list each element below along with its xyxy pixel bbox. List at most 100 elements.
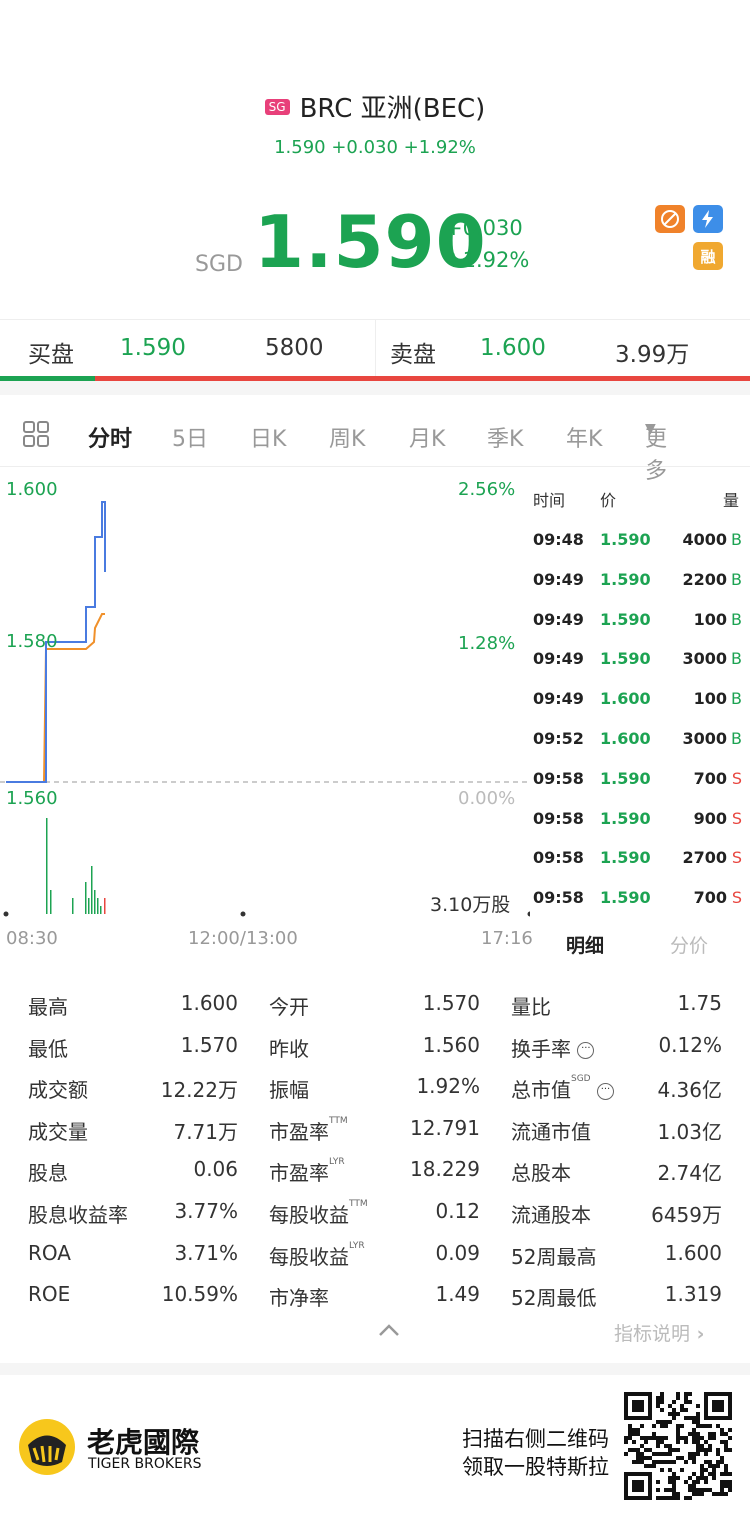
qr-module	[696, 1412, 700, 1416]
trade-row: 09:58 1.590 700 S	[530, 888, 745, 928]
stat-label: 最高	[28, 995, 68, 1019]
lightning-icon[interactable]	[693, 205, 723, 233]
trade-row: 09:52 1.600 3000 B	[530, 729, 745, 769]
qr-module	[696, 1452, 700, 1456]
qr-code-icon	[624, 1392, 732, 1500]
qr-module	[700, 1464, 704, 1468]
qr-module	[696, 1492, 700, 1496]
trade-time: 09:49	[533, 609, 584, 629]
qr-module	[680, 1468, 684, 1472]
brand-name-en: TIGER BROKERS	[88, 1456, 202, 1472]
trade-time: 09:58	[533, 808, 584, 828]
qr-module	[700, 1448, 704, 1452]
stat-value: 0.12	[435, 1199, 480, 1223]
tab-quarterly-k[interactable]: 季K	[487, 421, 523, 453]
stat-value: 3.71%	[174, 1240, 238, 1265]
stat-value: 1.92%	[416, 1074, 480, 1099]
qr-module	[660, 1440, 664, 1444]
trade-volume: 4000	[682, 530, 727, 549]
stock-title: BRC 亚洲(BEC)	[299, 94, 486, 124]
qr-module	[676, 1440, 680, 1444]
qr-module	[668, 1476, 672, 1480]
stat-label: 52周最高	[511, 1244, 597, 1269]
qr-module	[672, 1412, 676, 1416]
qr-module	[632, 1400, 644, 1412]
tab-5day[interactable]: 5日	[172, 421, 208, 453]
qr-module	[624, 1440, 628, 1444]
stat-value: 1.75	[677, 991, 722, 1015]
qr-module	[664, 1496, 668, 1500]
qr-module	[636, 1432, 640, 1436]
stat-label: 市盈率TTM	[269, 1115, 348, 1144]
qr-module	[640, 1436, 644, 1440]
tab-intraday[interactable]: 分时	[88, 421, 132, 453]
qr-module	[712, 1472, 716, 1476]
qr-module	[676, 1424, 680, 1428]
qr-module	[692, 1484, 696, 1488]
qr-module	[676, 1432, 680, 1436]
qr-module	[640, 1444, 644, 1448]
tab-monthly-k[interactable]: 月K	[409, 421, 445, 453]
info-icon[interactable]: ···	[577, 1041, 595, 1059]
tab-price-distribution[interactable]: 分价	[670, 931, 708, 958]
qr-module	[664, 1424, 668, 1428]
intraday-chart[interactable]	[0, 467, 530, 927]
qr-module	[660, 1468, 664, 1472]
qr-module	[660, 1420, 664, 1424]
stat-label: 每股收益TTM	[269, 1199, 368, 1227]
qr-module	[672, 1480, 676, 1484]
qr-module	[724, 1484, 728, 1488]
stat-label: 成交量	[28, 1119, 88, 1144]
qr-module	[696, 1420, 700, 1424]
chevron-down-icon: ▼	[645, 421, 656, 437]
info-icon[interactable]: ···	[596, 1083, 614, 1101]
tab-detail[interactable]: 明细	[566, 931, 604, 958]
tab-daily-k[interactable]: 日K	[250, 421, 286, 453]
x-label-break: 12:00/13:00	[188, 928, 298, 949]
bid-size: 5800	[265, 335, 324, 361]
tab-weekly-k[interactable]: 周K	[329, 421, 365, 453]
qr-module	[708, 1460, 712, 1464]
volume-label: 3.10万股	[430, 894, 511, 916]
x-label-open: 08:30	[6, 928, 58, 949]
indicator-help-link[interactable]: 指标说明 ›	[614, 1319, 704, 1346]
qr-module	[656, 1420, 660, 1424]
qr-module	[676, 1492, 680, 1496]
stat-label: 股息收益率	[28, 1203, 128, 1227]
qr-module	[728, 1480, 732, 1484]
qr-module	[644, 1448, 648, 1452]
qr-module	[704, 1488, 708, 1492]
stat-value: 1.600	[664, 1240, 722, 1265]
qr-module	[644, 1464, 648, 1468]
y-label-mid: 1.580	[6, 631, 58, 652]
qr-module	[652, 1436, 656, 1440]
price-change: +0.030	[445, 216, 523, 240]
trade-row: 09:58 1.590 700 S	[530, 769, 745, 809]
qr-module	[704, 1476, 708, 1480]
trade-side: B	[731, 689, 742, 709]
qr-module	[720, 1492, 724, 1496]
trade-side: S	[731, 808, 742, 828]
qr-module	[708, 1432, 712, 1436]
qr-module	[684, 1400, 688, 1404]
qr-module	[672, 1408, 676, 1412]
qr-module	[700, 1436, 704, 1440]
margin-icon[interactable]: 融	[693, 242, 723, 270]
trade-time: 09:49	[533, 569, 584, 589]
trades-header: 时间 价 量	[530, 487, 745, 527]
tab-yearly-k[interactable]: 年K	[566, 421, 602, 453]
qr-module	[700, 1468, 704, 1472]
qr-module	[724, 1444, 728, 1448]
qr-module	[688, 1416, 692, 1420]
qr-module	[632, 1428, 636, 1432]
qr-module	[660, 1424, 664, 1428]
no-short-icon[interactable]	[655, 205, 685, 233]
qr-module	[668, 1444, 672, 1448]
chevron-up-icon[interactable]	[378, 1322, 400, 1341]
qr-module	[672, 1416, 676, 1420]
volume-bar	[104, 898, 106, 914]
trade-price: 1.590	[600, 609, 651, 629]
qr-module	[696, 1444, 700, 1448]
qr-module	[676, 1392, 680, 1396]
qr-module	[704, 1460, 708, 1464]
